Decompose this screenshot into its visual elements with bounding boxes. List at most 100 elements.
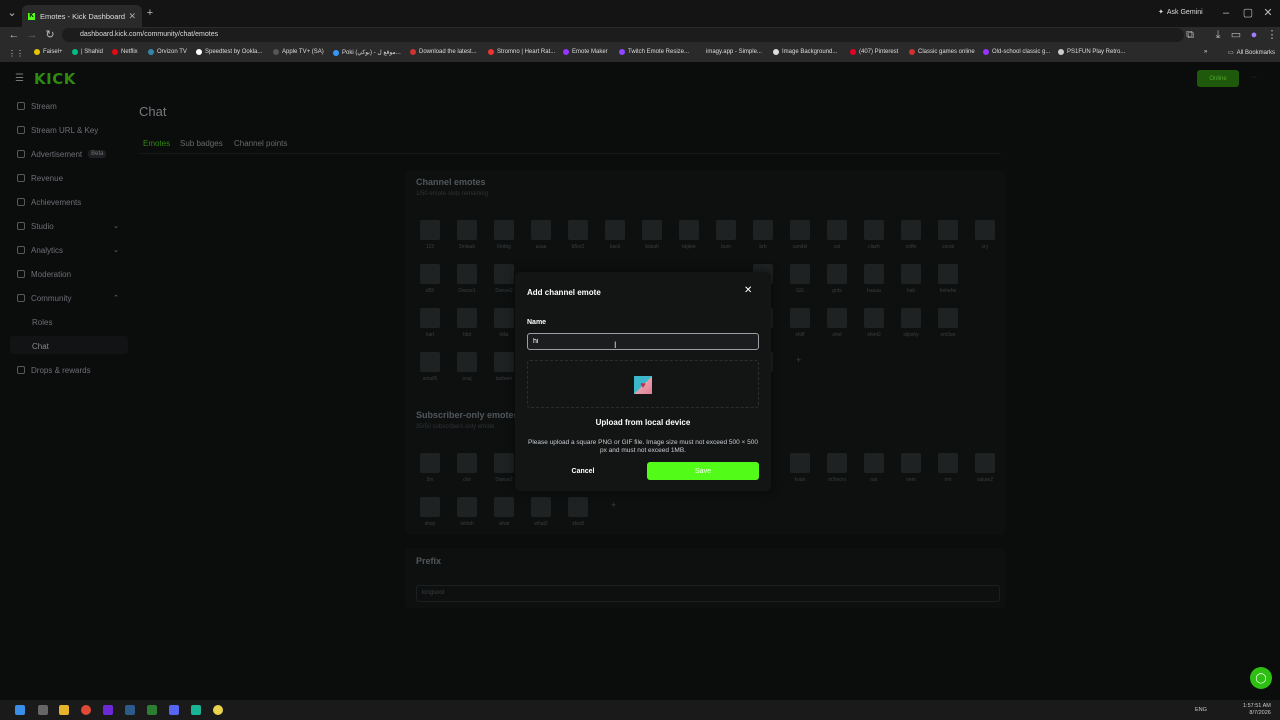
add-emote-plus-icon[interactable]: + bbox=[796, 355, 801, 365]
apps-grid-icon[interactable]: ⋮⋮ bbox=[8, 49, 24, 58]
emote-tile[interactable] bbox=[642, 220, 662, 240]
emote-tile[interactable] bbox=[531, 220, 551, 240]
emote-tile[interactable] bbox=[420, 352, 440, 372]
emote-tile[interactable] bbox=[420, 220, 440, 240]
sidebar-item-revenue[interactable]: Revenue bbox=[17, 171, 127, 185]
emote-tile[interactable] bbox=[938, 220, 958, 240]
emote-tile[interactable] bbox=[457, 308, 477, 328]
emote-tile[interactable] bbox=[975, 453, 995, 473]
bookmark-item[interactable]: | Shahid bbox=[72, 49, 103, 55]
emote-tile[interactable] bbox=[938, 264, 958, 284]
discord-icon[interactable] bbox=[169, 705, 179, 715]
bookmark-item[interactable]: Orvizon TV bbox=[148, 49, 187, 55]
emote-name-input[interactable] bbox=[527, 333, 759, 350]
forward-icon[interactable]: → bbox=[26, 27, 38, 44]
input-language[interactable]: ENG bbox=[1195, 707, 1207, 713]
emote-tile[interactable] bbox=[494, 453, 514, 473]
close-window-icon[interactable]: ✕ bbox=[1262, 0, 1274, 27]
emote-tile[interactable] bbox=[494, 497, 514, 517]
xbox-icon[interactable] bbox=[147, 705, 157, 715]
sidebar-item-stream-url-key[interactable]: Stream URL & Key bbox=[17, 123, 127, 137]
sidebar-item-analytics[interactable]: Analytics ⌄ bbox=[17, 243, 127, 257]
add-emote-plus-icon[interactable]: + bbox=[611, 500, 616, 510]
emote-tile[interactable] bbox=[568, 497, 588, 517]
tab-search-icon[interactable]: ⌄ bbox=[4, 0, 20, 27]
emote-tile[interactable] bbox=[679, 220, 699, 240]
emote-tile[interactable] bbox=[457, 352, 477, 372]
emote-tile[interactable] bbox=[753, 220, 773, 240]
emote-tile[interactable] bbox=[457, 220, 477, 240]
sidebar-item-advertisement[interactable]: Advertisement Beta bbox=[17, 147, 127, 161]
emote-tile[interactable] bbox=[975, 220, 995, 240]
sidebar-item-community[interactable]: Community ⌃ bbox=[17, 291, 127, 305]
emote-tile[interactable] bbox=[420, 308, 440, 328]
emote-tile[interactable] bbox=[494, 220, 514, 240]
browser-menu-icon[interactable]: ⋮ bbox=[1266, 27, 1278, 44]
emote-tile[interactable] bbox=[494, 308, 514, 328]
tab-sub-badges[interactable]: Sub badges bbox=[180, 139, 223, 148]
more-bookmarks-icon[interactable]: » bbox=[1204, 49, 1207, 55]
task-view-icon[interactable] bbox=[38, 705, 48, 715]
emote-tile[interactable] bbox=[494, 264, 514, 284]
bookmark-item[interactable]: Netflix bbox=[112, 49, 138, 55]
side-panel-icon[interactable]: ▭ bbox=[1230, 27, 1242, 44]
bookmark-item[interactable]: PS1FUN Play Retro... bbox=[1058, 49, 1125, 55]
emote-tile[interactable] bbox=[420, 497, 440, 517]
sidebar-item-stream[interactable]: Stream bbox=[17, 99, 127, 113]
tab-channel-points[interactable]: Channel points bbox=[234, 139, 287, 148]
bookmark-item[interactable]: Poki (بوكي) - موقع ل... bbox=[333, 49, 401, 56]
reload-icon[interactable]: ↻ bbox=[44, 27, 56, 44]
online-status-button[interactable]: Online bbox=[1197, 70, 1239, 87]
download-icon[interactable]: ⤓ bbox=[1212, 27, 1224, 44]
upload-from-device-button[interactable]: Upload from local device bbox=[515, 418, 771, 427]
sidebar-item-studio[interactable]: Studio ⌄ bbox=[17, 219, 127, 233]
sidebar-item-roles[interactable]: Roles bbox=[32, 315, 142, 329]
emote-tile[interactable] bbox=[827, 453, 847, 473]
emote-tile[interactable] bbox=[568, 220, 588, 240]
app-icon[interactable] bbox=[213, 705, 223, 715]
new-tab-button[interactable]: + bbox=[144, 0, 156, 27]
tab-close-icon[interactable]: ✕ bbox=[128, 11, 136, 22]
emote-tile[interactable] bbox=[790, 308, 810, 328]
emote-tile[interactable] bbox=[864, 264, 884, 284]
sidebar-item-moderation[interactable]: Moderation bbox=[17, 267, 127, 281]
browser-tab-active[interactable]: K Emotes - Kick Dashboard ✕ bbox=[22, 5, 142, 27]
emote-tile[interactable] bbox=[494, 352, 514, 372]
steam-icon[interactable] bbox=[125, 705, 135, 715]
bookmark-item[interactable]: Twitch Emote Resize... bbox=[619, 49, 689, 55]
emote-tile[interactable] bbox=[790, 453, 810, 473]
bookmark-item[interactable]: imagy.app - Simple... bbox=[697, 49, 762, 55]
emote-tile[interactable] bbox=[827, 264, 847, 284]
close-icon[interactable]: ✕ bbox=[744, 285, 752, 296]
minimize-icon[interactable]: – bbox=[1220, 0, 1232, 27]
sidebar-item-chat[interactable]: Chat bbox=[32, 339, 142, 353]
app-icon[interactable] bbox=[191, 705, 201, 715]
maximize-icon[interactable]: ▢ bbox=[1242, 0, 1254, 27]
bookmark-item[interactable]: Classic games online bbox=[909, 49, 975, 55]
emote-tile[interactable] bbox=[938, 453, 958, 473]
emote-tile[interactable] bbox=[420, 453, 440, 473]
emote-tile[interactable] bbox=[457, 264, 477, 284]
emote-tile[interactable] bbox=[938, 308, 958, 328]
profile-avatar[interactable]: ● bbox=[1248, 27, 1260, 44]
windows-start-icon[interactable] bbox=[15, 705, 25, 715]
tab-emotes[interactable]: Emotes bbox=[143, 139, 170, 148]
user-menu[interactable]: ··· bbox=[1250, 74, 1257, 81]
bookmark-item[interactable]: (407) Pinterest bbox=[850, 49, 898, 55]
emote-tile[interactable] bbox=[457, 497, 477, 517]
emote-tile[interactable] bbox=[827, 220, 847, 240]
emote-tile[interactable] bbox=[790, 220, 810, 240]
kick-logo[interactable]: KICK bbox=[34, 70, 76, 88]
emote-tile[interactable] bbox=[716, 220, 736, 240]
bookmark-item[interactable]: Download the latest... bbox=[410, 49, 477, 55]
clock[interactable]: 1:57:51 AM 8/7/2026 bbox=[1243, 703, 1271, 717]
bookmark-item[interactable]: Image Background... bbox=[773, 49, 837, 55]
emote-tile[interactable] bbox=[864, 220, 884, 240]
ask-gemini-button[interactable]: ✦ Ask Gemini bbox=[1158, 8, 1203, 17]
bookmark-item[interactable]: Old-school classic g... bbox=[983, 49, 1050, 55]
back-icon[interactable]: ← bbox=[8, 27, 20, 44]
upload-drop-zone[interactable]: ♥ bbox=[527, 360, 759, 408]
bookmark-item[interactable]: Stromno | Heart Rat... bbox=[488, 49, 555, 55]
bookmark-item[interactable]: Speedtest by Ookla... bbox=[196, 49, 262, 55]
emote-tile[interactable] bbox=[605, 220, 625, 240]
